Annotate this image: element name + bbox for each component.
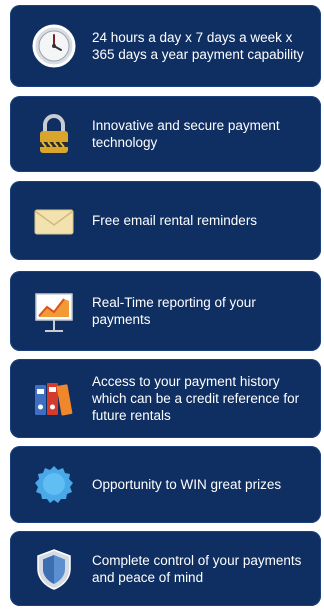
feature-card-email-reminders: Free email rental reminders: [10, 181, 321, 260]
feature-card-payment-capability: 24 hours a day x 7 days a week x 365 day…: [10, 5, 321, 87]
feature-text: Access to your payment history which can…: [92, 374, 300, 423]
feature-text: Free email rental reminders: [92, 213, 258, 228]
feature-card-win-prizes: Opportunity to WIN great prizes: [10, 446, 321, 523]
feature-text: Real-Time reporting of your payments: [92, 295, 256, 327]
binders-icon: [30, 375, 78, 423]
feature-card-complete-control: Complete control of your payments and pe…: [10, 531, 321, 606]
feature-text: Opportunity to WIN great prizes: [92, 477, 282, 492]
feature-text: Innovative and secure payment technology: [92, 118, 280, 150]
feature-card-real-time-reporting: Real-Time reporting of your payments: [10, 271, 321, 351]
feature-text: Complete control of your payments and pe…: [92, 552, 302, 585]
feature-card-secure-technology: Innovative and secure payment technology: [10, 96, 321, 172]
clock-icon: [30, 22, 78, 70]
padlock-icon: [30, 110, 78, 158]
rosette-badge-icon: [30, 461, 78, 509]
feature-card-payment-history: Access to your payment history which can…: [10, 359, 321, 438]
chart-board-icon: [30, 287, 78, 335]
shield-icon: [30, 545, 78, 593]
feature-text: 24 hours a day x 7 days a week x 365 day…: [92, 30, 304, 62]
envelope-icon: [30, 197, 78, 245]
